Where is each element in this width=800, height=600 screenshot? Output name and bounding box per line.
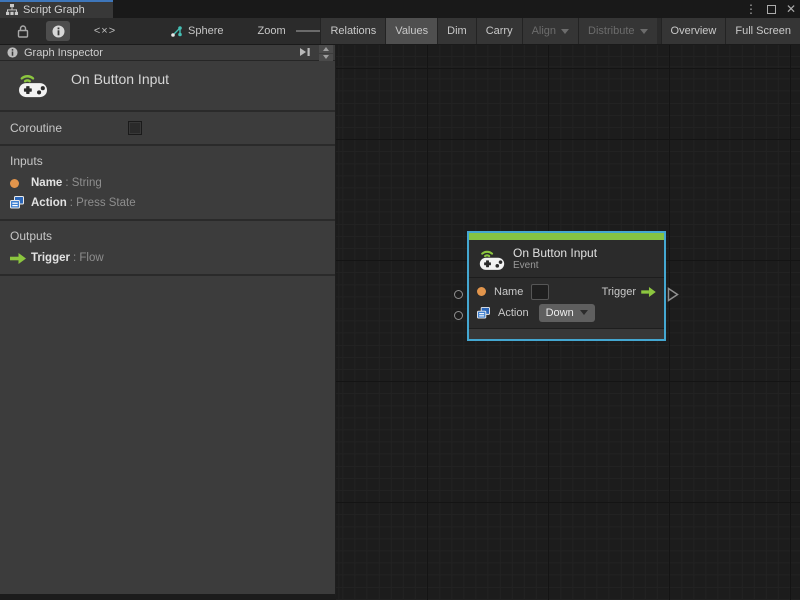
distribute-dropdown-button[interactable]: Distribute (578, 18, 657, 44)
window-menu-icon[interactable]: ⋮ (745, 0, 757, 18)
code-icon: <×> (93, 25, 117, 37)
enum-port-icon (10, 196, 24, 209)
name-input[interactable] (531, 283, 550, 300)
node-title: On Button Input (513, 245, 598, 260)
graph-name-label: Sphere (188, 25, 224, 37)
inputs-section: Inputs Name : String Action: Press Stat… (0, 144, 335, 219)
fullscreen-button[interactable]: Full Screen (725, 18, 800, 44)
flow-arrow-icon[interactable] (641, 286, 656, 297)
script-graph-icon (6, 4, 18, 16)
align-dropdown-button[interactable]: Align (521, 18, 579, 44)
gamepad-icon (18, 70, 48, 98)
graph-reference[interactable]: Sphere (170, 25, 223, 38)
chevron-down-icon (579, 310, 588, 315)
graph-canvas[interactable]: On Button Input Event Name Trigger Actio… (336, 45, 800, 600)
name-port-bubble[interactable] (454, 290, 463, 299)
graph-inspector-header: Graph Inspector (0, 45, 335, 61)
coroutine-row: Coroutine (0, 110, 335, 144)
info-icon (7, 47, 18, 58)
dock-panel-button[interactable] (299, 47, 311, 57)
graph-inspector-panel: Graph Inspector On Button Input Coroutin… (0, 45, 336, 600)
node-header[interactable]: On Button Input Event (469, 240, 664, 278)
tab-script-graph[interactable]: Script Graph (0, 0, 113, 18)
coroutine-label: Coroutine (10, 121, 63, 135)
event-color-bar (469, 233, 664, 240)
gamepad-icon (479, 246, 505, 271)
node-footer (469, 328, 664, 339)
node-row-action: Action Down (469, 302, 664, 323)
triangle-up-icon (323, 46, 329, 51)
graph-node-icon (170, 25, 183, 38)
carry-button[interactable]: Carry (475, 18, 522, 44)
panel-spinner[interactable] (319, 45, 333, 61)
string-port-icon[interactable] (477, 287, 486, 296)
trigger-port-label: Trigger (601, 285, 636, 298)
relations-button[interactable]: Relations (320, 18, 386, 44)
unit-title: On Button Input (71, 71, 170, 87)
code-view-button[interactable]: <×> (90, 21, 120, 41)
maximize-icon[interactable] (766, 4, 776, 14)
string-port-icon (10, 178, 19, 188)
coroutine-checkbox[interactable] (128, 121, 142, 135)
outputs-section: Outputs Trigger : Flow (0, 219, 335, 274)
action-port-label: Action (498, 306, 529, 319)
node-row-name-trigger: Name Trigger (469, 281, 664, 302)
action-dropdown[interactable]: Down (538, 303, 595, 322)
zoom-label: Zoom (257, 25, 286, 37)
list-item: Name : String (10, 177, 325, 189)
tab-label: Script Graph (23, 4, 85, 16)
chevron-down-icon (639, 28, 648, 34)
list-item: Action : Press State (10, 196, 325, 209)
chevron-down-icon (561, 28, 570, 34)
dim-button[interactable]: Dim (437, 18, 476, 44)
inspector-toggle-button[interactable] (46, 21, 70, 41)
on-button-input-node[interactable]: On Button Input Event Name Trigger Actio… (467, 231, 666, 341)
inputs-header: Inputs (10, 154, 43, 168)
triangle-down-icon (323, 55, 329, 60)
node-subtitle: Event (513, 259, 539, 271)
spinner-up-button[interactable] (319, 45, 333, 53)
name-port-label: Name (494, 285, 524, 298)
info-icon (52, 25, 65, 38)
graph-toolbar: <×> Sphere Zoom 1x Relations Values Dim (0, 18, 800, 45)
trigger-port-triangle[interactable] (667, 287, 679, 302)
action-port-bubble[interactable] (454, 311, 463, 320)
flow-arrow-icon (10, 252, 26, 264)
lock-icon (17, 24, 29, 38)
enum-port-icon[interactable] (477, 306, 490, 319)
inspector-title: Graph Inspector (24, 46, 103, 59)
close-icon[interactable]: ✕ (786, 0, 796, 18)
action-dropdown-value: Down (545, 306, 574, 319)
unit-title-block: On Button Input (0, 61, 335, 110)
overview-button[interactable]: Overview (660, 18, 726, 44)
list-item: Trigger : Flow (10, 252, 325, 264)
spinner-down-button[interactable] (319, 53, 333, 61)
window-tab-bar: Script Graph ⋮ ✕ (0, 0, 800, 18)
outputs-header: Outputs (10, 229, 53, 243)
values-button[interactable]: Values (385, 18, 438, 44)
lock-button[interactable] (10, 21, 36, 41)
